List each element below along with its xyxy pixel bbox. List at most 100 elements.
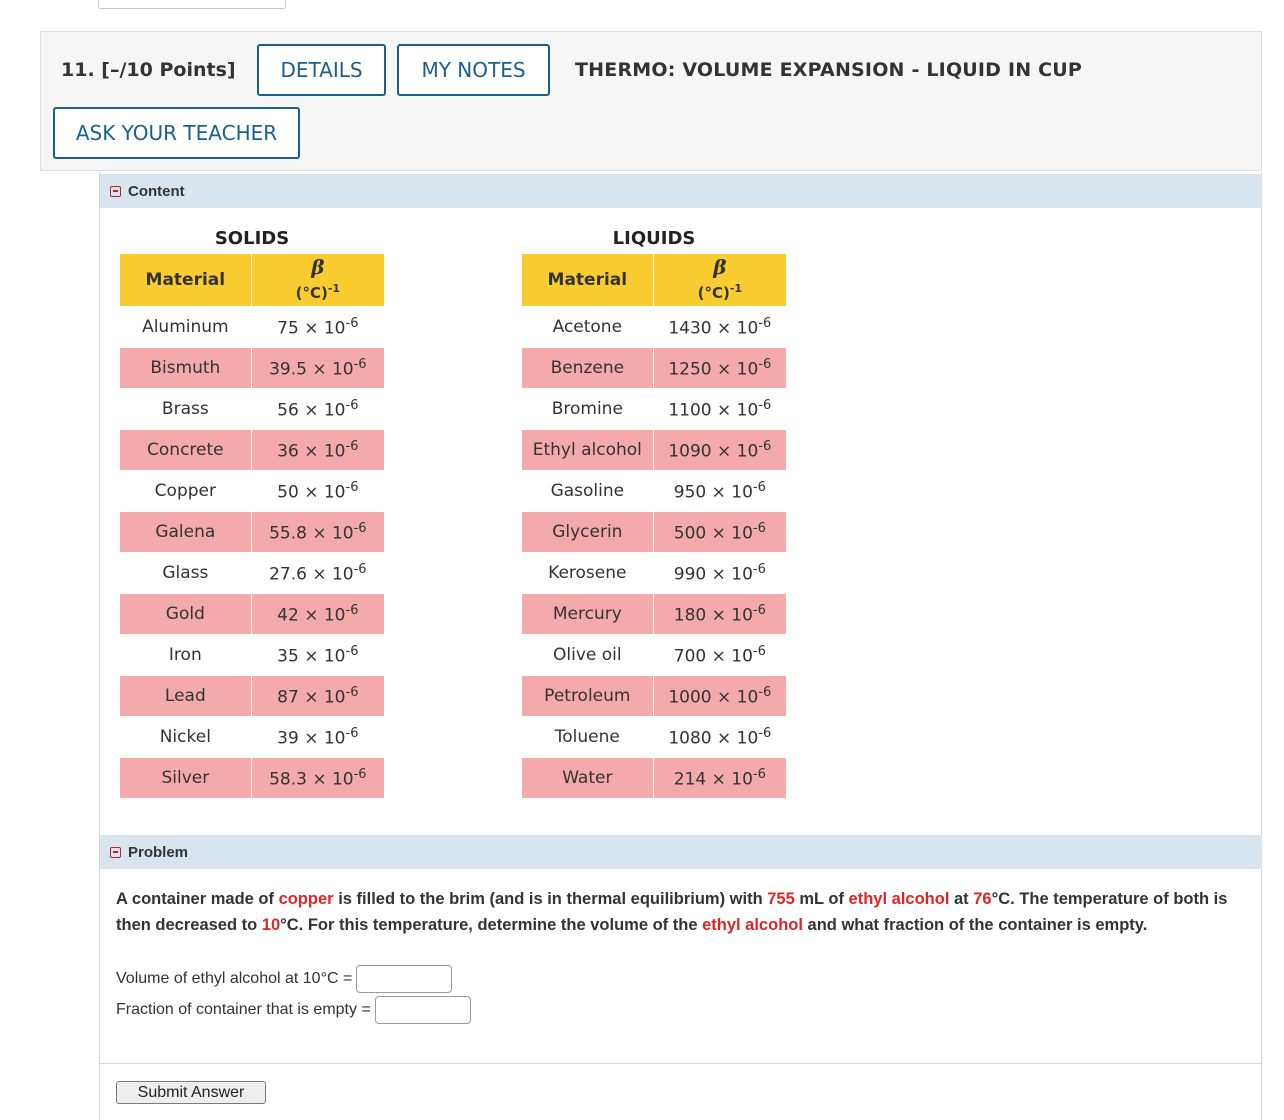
question-header: 11. [–/10 Points] DETAILS MY NOTES THERM… bbox=[40, 31, 1262, 171]
liquids-row: Kerosene 990 × 10-6 bbox=[522, 552, 786, 593]
liquids-row: Acetone 1430 × 10-6 bbox=[522, 306, 786, 347]
solids-row: Bismuth 39.5 × 10-6 bbox=[120, 347, 384, 388]
liquids-material-header: Material bbox=[522, 254, 654, 306]
material-name: Olive oil bbox=[522, 634, 654, 675]
material-name: Brass bbox=[120, 388, 252, 429]
solids-row: Lead 87 × 10-6 bbox=[120, 675, 384, 716]
expansion-coefficient: 1080 × 10-6 bbox=[653, 716, 786, 757]
material-name: Bromine bbox=[522, 388, 654, 429]
collapse-icon[interactable] bbox=[110, 185, 121, 197]
expansion-coefficient: 55.8 × 10-6 bbox=[251, 511, 384, 552]
problem-section-header[interactable]: Problem bbox=[100, 835, 1262, 869]
solids-row: Aluminum 75 × 10-6 bbox=[120, 306, 384, 347]
expansion-coefficient: 36 × 10-6 bbox=[251, 429, 384, 470]
material-name: Lead bbox=[120, 675, 252, 716]
material-name: Iron bbox=[120, 634, 252, 675]
material-name: Water bbox=[522, 757, 654, 798]
liquids-row: Olive oil 700 × 10-6 bbox=[522, 634, 786, 675]
material-name: Gold bbox=[120, 593, 252, 634]
content-section-label: Content bbox=[128, 182, 185, 200]
solids-row: Iron 35 × 10-6 bbox=[120, 634, 384, 675]
question-points: [–/10 Points] bbox=[101, 59, 236, 81]
my-notes-button[interactable]: MY NOTES bbox=[397, 44, 550, 96]
highlight-initial-temp: 76 bbox=[973, 890, 992, 908]
expansion-coefficient: 1100 × 10-6 bbox=[653, 388, 786, 429]
material-name: Nickel bbox=[120, 716, 252, 757]
material-name: Silver bbox=[120, 757, 252, 798]
problem-section-label: Problem bbox=[128, 843, 189, 861]
expansion-coefficient: 700 × 10-6 bbox=[653, 634, 786, 675]
details-button[interactable]: DETAILS bbox=[257, 44, 386, 96]
highlight-liquid: ethyl alcohol bbox=[848, 890, 950, 908]
liquids-row: Toluene 1080 × 10-6 bbox=[522, 716, 786, 757]
expansion-coefficient: 75 × 10-6 bbox=[251, 306, 384, 347]
material-name: Glass bbox=[120, 552, 252, 593]
solids-row: Copper 50 × 10-6 bbox=[120, 470, 384, 511]
fraction-answer-row: Fraction of container that is empty = bbox=[116, 996, 471, 1024]
fraction-answer-input[interactable] bbox=[374, 996, 471, 1024]
expansion-coefficient: 39.5 × 10-6 bbox=[251, 347, 384, 388]
solids-material-header: Material bbox=[120, 254, 252, 306]
liquids-row: Petroleum 1000 × 10-6 bbox=[522, 675, 786, 716]
material-name: Kerosene bbox=[522, 552, 654, 593]
material-name: Petroleum bbox=[522, 675, 654, 716]
volume-answer-label: Volume of ethyl alcohol at 10°C = bbox=[116, 970, 353, 987]
material-name: Acetone bbox=[522, 306, 654, 347]
expansion-coefficient: 56 × 10-6 bbox=[251, 388, 384, 429]
beta-symbol: β bbox=[713, 255, 727, 279]
question-title: THERMO: VOLUME EXPANSION - LIQUID IN CUP bbox=[575, 59, 1083, 81]
liquids-row: Glycerin 500 × 10-6 bbox=[522, 511, 786, 552]
material-name: Gasoline bbox=[522, 470, 654, 511]
solids-beta-header: β (°C)-1 bbox=[251, 254, 384, 306]
material-name: Ethyl alcohol bbox=[522, 429, 654, 470]
liquids-row: Benzene 1250 × 10-6 bbox=[522, 347, 786, 388]
content-section-header[interactable]: Content bbox=[100, 174, 1262, 208]
solids-row: Gold 42 × 10-6 bbox=[120, 593, 384, 634]
question-number: 11. bbox=[61, 59, 95, 81]
material-name: Bismuth bbox=[120, 347, 252, 388]
expansion-coefficient: 1090 × 10-6 bbox=[653, 429, 786, 470]
solids-row: Nickel 39 × 10-6 bbox=[120, 716, 384, 757]
highlight-material: copper bbox=[278, 890, 334, 908]
beta-unit: (°C)-1 bbox=[697, 282, 743, 302]
expansion-coefficient: 1250 × 10-6 bbox=[653, 347, 786, 388]
question-number-points: 11. [–/10 Points] bbox=[61, 59, 236, 81]
material-name: Benzene bbox=[522, 347, 654, 388]
material-name: Aluminum bbox=[120, 306, 252, 347]
material-name: Concrete bbox=[120, 429, 252, 470]
material-name: Copper bbox=[120, 470, 252, 511]
expansion-coefficient: 87 × 10-6 bbox=[251, 675, 384, 716]
submit-answer-button[interactable]: Submit Answer bbox=[116, 1081, 266, 1104]
volume-answer-row: Volume of ethyl alcohol at 10°C = bbox=[116, 965, 453, 993]
liquids-row: Mercury 180 × 10-6 bbox=[522, 593, 786, 634]
liquids-row: Water 214 × 10-6 bbox=[522, 757, 786, 798]
expansion-coefficient: 39 × 10-6 bbox=[251, 716, 384, 757]
expansion-coefficient: 27.6 × 10-6 bbox=[251, 552, 384, 593]
highlight-final-temp: 10 bbox=[261, 916, 281, 934]
collapse-icon[interactable] bbox=[110, 846, 121, 858]
solids-row: Glass 27.6 × 10-6 bbox=[120, 552, 384, 593]
solids-table: Material β (°C)-1 Aluminum 75 × 10-6 Bismu… bbox=[120, 254, 384, 798]
expansion-coefficient: 1000 × 10-6 bbox=[653, 675, 786, 716]
liquids-row: Gasoline 950 × 10-6 bbox=[522, 470, 786, 511]
highlight-liquid: ethyl alcohol bbox=[702, 916, 803, 934]
material-name: Toluene bbox=[522, 716, 654, 757]
expansion-coefficient: 1430 × 10-6 bbox=[653, 306, 786, 347]
expansion-coefficient: 990 × 10-6 bbox=[653, 552, 786, 593]
problem-statement: A container made of copper is filled to … bbox=[116, 890, 1228, 934]
solids-row: Galena 55.8 × 10-6 bbox=[120, 511, 384, 552]
volume-answer-input[interactable] bbox=[356, 965, 453, 993]
ask-your-teacher-button[interactable]: ASK YOUR TEACHER bbox=[53, 107, 300, 159]
beta-symbol: β bbox=[311, 255, 325, 279]
expansion-coefficient: 42 × 10-6 bbox=[251, 593, 384, 634]
fraction-answer-label: Fraction of container that is empty = bbox=[116, 1001, 371, 1018]
solids-row: Brass 56 × 10-6 bbox=[120, 388, 384, 429]
solids-caption: SOLIDS bbox=[214, 228, 290, 249]
material-name: Galena bbox=[120, 511, 252, 552]
expansion-coefficient: 50 × 10-6 bbox=[251, 470, 384, 511]
liquids-row: Bromine 1100 × 10-6 bbox=[522, 388, 786, 429]
liquids-caption: LIQUIDS bbox=[612, 228, 696, 249]
liquids-row: Ethyl alcohol 1090 × 10-6 bbox=[522, 429, 786, 470]
problem-divider bbox=[99, 1063, 1262, 1064]
material-name: Glycerin bbox=[522, 511, 654, 552]
